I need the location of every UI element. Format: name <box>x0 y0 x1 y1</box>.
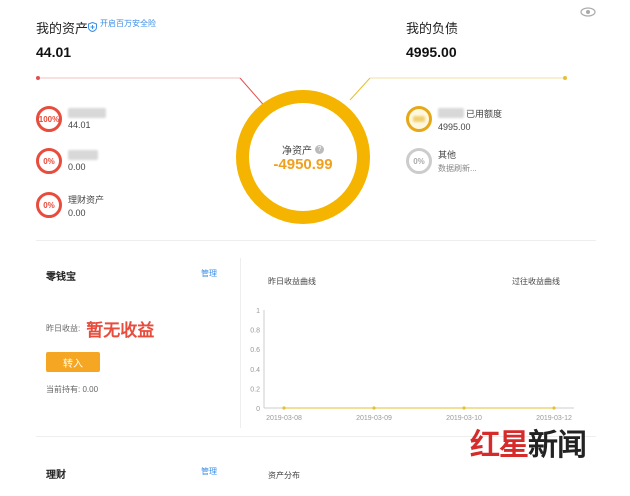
section-divider <box>36 240 596 241</box>
asset-percent-ring: 100% <box>36 106 62 132</box>
data-point <box>282 406 286 410</box>
y-tick-label: 0.4 <box>250 367 260 374</box>
liability-label: 其他 <box>438 150 457 160</box>
licai-title: 理财 <box>46 470 66 481</box>
chart-title: 昨日收益曲线 <box>268 277 316 286</box>
asset-label-redacted <box>68 108 106 118</box>
chart-right-label[interactable]: 过往收益曲线 <box>512 276 560 287</box>
yuebao-title: 零钱宝 <box>46 272 76 283</box>
income-chart: 10.80.60.40.202019-03-08 2019-03-09 2019-0… <box>250 308 574 422</box>
asset-percent-ring: 0% <box>36 192 62 218</box>
help-icon[interactable]: ? <box>315 145 324 154</box>
asset-distribution-title: 资产分布 <box>268 471 300 480</box>
liability-label: 已用额度 <box>466 108 503 119</box>
net-assets-value: -4950.99 <box>273 156 333 173</box>
asset-value: 0.00 <box>68 162 86 172</box>
asset-item[interactable]: 0% 理财资产 0.00 <box>36 192 104 218</box>
card-divider <box>240 258 241 428</box>
asset-label: 理财资产 <box>68 194 105 205</box>
licai-manage-link[interactable]: 管理 <box>201 466 217 477</box>
liability-label-redacted <box>438 108 464 118</box>
asset-label-redacted <box>68 150 98 160</box>
data-point <box>372 406 376 410</box>
yesterday-income-row: 昨日收益: 暂无收益 <box>46 316 154 341</box>
data-point <box>552 406 556 410</box>
data-point <box>462 406 466 410</box>
yesterday-income-label: 昨日收益: <box>46 324 81 333</box>
y-tick-label: 0.8 <box>250 328 260 335</box>
asset-value: 0.00 <box>68 207 86 218</box>
liability-item[interactable]: 已用额度 4995.00 <box>406 106 502 132</box>
liability-item[interactable]: 0% 其他 数据刷新... <box>406 148 477 174</box>
yesterday-income-value: 暂无收益 <box>86 321 155 340</box>
yuebao-manage-link[interactable]: 管理 <box>201 268 217 279</box>
net-assets-label-row: 净资产 ? <box>236 142 370 157</box>
liability-percent-ring <box>406 106 432 132</box>
holding-amount: 当前持有: 0.00 <box>46 385 99 394</box>
asset-item[interactable]: 100% 44.01 <box>36 106 106 132</box>
transfer-in-button[interactable]: 转入 <box>46 352 100 372</box>
asset-value: 44.01 <box>68 120 91 130</box>
liability-value: 4995.00 <box>438 121 471 132</box>
y-tick-label: 0 <box>256 406 260 413</box>
x-tick-label: 2019-03-08 <box>266 415 302 422</box>
y-tick-label: 0.6 <box>250 347 260 354</box>
net-assets-label: 净资产 <box>282 146 312 157</box>
y-tick-label: 0.2 <box>250 386 260 393</box>
asset-percent-ring: 0% <box>36 148 62 174</box>
y-tick-label: 1 <box>256 308 260 315</box>
asset-item[interactable]: 0% 0.00 <box>36 148 98 174</box>
x-tick-label: 2019-03-09 <box>356 415 392 422</box>
watermark-logo: 红星新闻 <box>470 428 587 463</box>
liability-status: 数据刷新... <box>438 164 477 173</box>
liability-percent-ring: 0% <box>406 148 432 174</box>
